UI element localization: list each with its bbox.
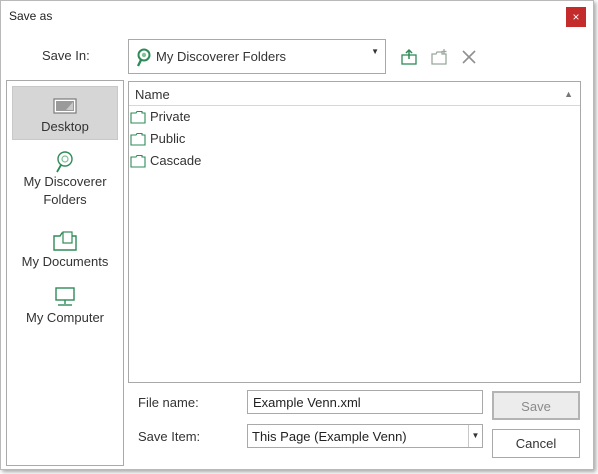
chevron-down-icon: ▼ xyxy=(371,47,379,56)
file-list[interactable]: Name ▲ Private Public Cascade xyxy=(128,81,581,383)
discoverer-folders-icon xyxy=(136,48,151,67)
file-name-label: File name: xyxy=(138,395,199,410)
dialog-title: Save as xyxy=(9,9,53,23)
save-button[interactable]: Save xyxy=(492,391,580,420)
new-folder-icon[interactable] xyxy=(430,48,448,66)
close-button[interactable]: × xyxy=(566,7,586,27)
save-item-label: Save Item: xyxy=(138,429,201,444)
list-item[interactable]: Cascade xyxy=(130,151,430,171)
desktop-icon xyxy=(53,98,77,114)
place-label: Desktop xyxy=(41,119,89,134)
save-in-dropdown[interactable]: My Discoverer Folders ▼ xyxy=(128,39,386,74)
place-my-documents[interactable]: My Documents xyxy=(12,229,118,279)
folder-icon xyxy=(130,110,146,124)
save-in-value: My Discoverer Folders xyxy=(156,49,287,64)
file-name-input[interactable] xyxy=(247,390,483,414)
list-item-label: Private xyxy=(150,109,191,124)
save-item-dropdown[interactable]: This Page (Example Venn) ▼ xyxy=(247,424,483,448)
delete-icon[interactable] xyxy=(460,48,478,66)
sort-ascending-icon: ▲ xyxy=(564,89,573,99)
list-item-label: Public xyxy=(150,131,186,146)
place-label: My Discoverer Folders xyxy=(23,174,107,207)
computer-icon xyxy=(55,287,75,306)
places-bar: Desktop My Discoverer Folders My Documen… xyxy=(6,80,124,466)
up-one-level-icon[interactable] xyxy=(400,48,418,66)
folder-icon xyxy=(130,154,146,168)
cancel-button[interactable]: Cancel xyxy=(492,429,580,458)
place-label: My Computer xyxy=(25,310,105,325)
place-label: My Documents xyxy=(21,254,109,269)
list-item[interactable]: Private xyxy=(130,107,430,127)
folder-icon xyxy=(130,132,146,146)
save-as-dialog: Save as × Save In: My Discoverer Folders… xyxy=(0,0,594,470)
my-documents-icon xyxy=(53,231,77,251)
chevron-down-icon[interactable]: ▼ xyxy=(468,425,482,447)
column-header-label: Name xyxy=(135,87,170,102)
list-item[interactable]: Public xyxy=(130,129,430,149)
list-item-label: Cascade xyxy=(150,153,202,168)
place-my-computer[interactable]: My Computer xyxy=(12,285,118,335)
place-my-discoverer-folders[interactable]: My Discoverer Folders xyxy=(12,149,118,219)
save-in-label: Save In: xyxy=(42,48,90,63)
close-icon: × xyxy=(572,10,580,24)
title-bar: Save as × xyxy=(1,1,593,31)
save-item-value: This Page (Example Venn) xyxy=(252,429,407,444)
discoverer-folders-icon xyxy=(56,151,73,173)
column-header-name[interactable]: Name ▲ xyxy=(129,82,580,106)
place-desktop[interactable]: Desktop xyxy=(12,86,118,140)
